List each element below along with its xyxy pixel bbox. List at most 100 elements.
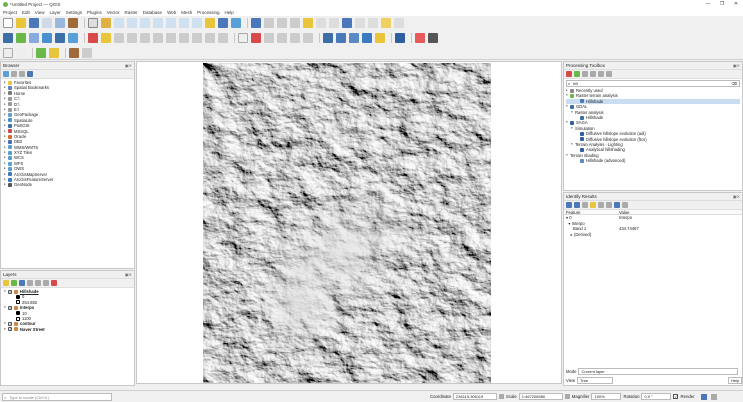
- results-icon[interactable]: [590, 71, 596, 77]
- measure-line-icon[interactable]: [3, 47, 13, 58]
- annotation-icon[interactable]: [381, 18, 391, 28]
- plugin-tool-icon[interactable]: [69, 47, 79, 58]
- menu-settings[interactable]: Settings: [66, 10, 82, 15]
- processing-search-input[interactable]: ⌕ hill ⌫: [566, 80, 740, 87]
- label-rotate-icon[interactable]: [290, 33, 300, 43]
- copy-features-icon[interactable]: [179, 33, 189, 43]
- rotation-field[interactable]: 0.0 °: [641, 393, 672, 400]
- redo-icon[interactable]: [218, 33, 228, 43]
- georeferencer-icon[interactable]: [36, 47, 46, 58]
- filter-icon[interactable]: [11, 71, 17, 77]
- style-icon[interactable]: [3, 280, 9, 286]
- minimize-button[interactable]: —: [701, 0, 715, 8]
- label-move-icon[interactable]: [277, 33, 287, 43]
- statistics-icon[interactable]: [355, 18, 365, 28]
- layer-item[interactable]: ▾ ✓ Naver Street: [4, 327, 131, 332]
- new-bookmark-icon[interactable]: [218, 18, 228, 28]
- add-raster-layer-icon[interactable]: [29, 33, 39, 43]
- menu-project[interactable]: Project: [3, 10, 17, 15]
- identify-row[interactable]: ▸ (Derived): [564, 232, 742, 237]
- add-spatialite-icon[interactable]: [42, 33, 52, 43]
- coordinate-capture-icon[interactable]: [49, 47, 59, 58]
- advanced-digitize-icon[interactable]: [16, 47, 26, 58]
- data-source-manager-icon[interactable]: [3, 33, 13, 43]
- expand-new-icon[interactable]: [582, 202, 588, 208]
- render-checkbox[interactable]: ✓: [673, 394, 679, 399]
- edit-features-icon[interactable]: [598, 71, 604, 77]
- menu-help[interactable]: Help: [225, 10, 234, 15]
- zoom-layer-icon[interactable]: [179, 18, 189, 28]
- pan-map-icon[interactable]: [88, 18, 98, 28]
- layer-checkbox[interactable]: ✓: [8, 322, 12, 327]
- label-change-icon[interactable]: [303, 33, 313, 43]
- open-project-icon[interactable]: [16, 18, 26, 28]
- map-tips-icon[interactable]: [394, 18, 404, 28]
- menu-web[interactable]: Web: [167, 10, 176, 15]
- clear-results-icon[interactable]: [590, 202, 596, 208]
- processing-item[interactable]: Hillshade (advanced): [566, 158, 740, 163]
- deselect-icon[interactable]: [303, 18, 313, 28]
- collapse-icon[interactable]: [574, 202, 580, 208]
- save-edits-icon[interactable]: [114, 33, 124, 43]
- close-button[interactable]: ✕: [729, 0, 743, 8]
- history-icon[interactable]: [582, 71, 588, 77]
- menu-view[interactable]: View: [35, 10, 45, 15]
- visibility-icon[interactable]: [19, 280, 25, 286]
- models-icon[interactable]: [566, 71, 572, 77]
- menu-mesh[interactable]: Mesh: [181, 10, 192, 15]
- add-group-icon[interactable]: [11, 280, 17, 286]
- highlighted-icon[interactable]: [342, 18, 352, 28]
- view-select[interactable]: Tree: [577, 377, 614, 384]
- layer-checkbox[interactable]: ✓: [8, 305, 12, 310]
- layer-checkbox[interactable]: ✓: [8, 289, 12, 294]
- add-wms-icon[interactable]: [68, 33, 78, 43]
- processing-toolbox-icon[interactable]: [323, 33, 333, 43]
- style-manager-icon[interactable]: [68, 18, 78, 28]
- crs-icon[interactable]: [700, 393, 707, 400]
- refresh-icon[interactable]: [231, 18, 241, 28]
- collapse-all-icon[interactable]: [19, 71, 25, 77]
- settings-icon[interactable]: [622, 202, 628, 208]
- plugin-icon[interactable]: [428, 33, 438, 43]
- paste-features-icon[interactable]: [192, 33, 202, 43]
- map-canvas[interactable]: [136, 61, 562, 384]
- locator-input[interactable]: ⌕ Type to locate (Ctrl+K): [2, 393, 112, 401]
- bookmark-icon[interactable]: [205, 18, 215, 28]
- label-show-icon[interactable]: [264, 33, 274, 43]
- info-icon[interactable]: [27, 71, 33, 77]
- scripts-icon[interactable]: [574, 71, 580, 77]
- select-by-value-icon[interactable]: [290, 18, 300, 28]
- zoom-selection-icon[interactable]: [166, 18, 176, 28]
- menu-processing[interactable]: Processing: [197, 10, 219, 15]
- messages-icon[interactable]: [710, 393, 717, 400]
- refresh-icon[interactable]: [3, 71, 9, 77]
- zoom-in-icon[interactable]: [114, 18, 124, 28]
- identify-features-icon[interactable]: [251, 18, 261, 28]
- mode-select[interactable]: Current layer: [578, 368, 739, 375]
- delete-selected-icon[interactable]: [153, 33, 163, 43]
- collapse-all-icon[interactable]: [43, 280, 49, 286]
- lock-scale-icon[interactable]: [564, 394, 570, 399]
- select-features-icon[interactable]: [277, 18, 287, 28]
- digitize-icon[interactable]: [88, 33, 98, 43]
- select-identify-mode-icon[interactable]: [614, 202, 620, 208]
- panel-float-close-icon[interactable]: ▣✕: [125, 62, 132, 70]
- measure-icon[interactable]: [368, 18, 378, 28]
- plugin-tool-2-icon[interactable]: [82, 47, 92, 58]
- maximize-button[interactable]: ❐: [715, 0, 729, 8]
- add-postgis-icon[interactable]: [55, 33, 65, 43]
- panel-float-close-icon[interactable]: ▣✕: [733, 62, 740, 70]
- copy-feature-icon[interactable]: [598, 202, 604, 208]
- zoom-rubber-icon[interactable]: [140, 18, 150, 28]
- grass-tools-icon[interactable]: [395, 33, 405, 43]
- zoom-out-icon[interactable]: [127, 18, 137, 28]
- python-console-icon[interactable]: [362, 33, 372, 43]
- options-icon[interactable]: [606, 71, 612, 77]
- gps-icon[interactable]: [415, 33, 425, 43]
- undo-icon[interactable]: [205, 33, 215, 43]
- vertex-tool-icon[interactable]: [140, 33, 150, 43]
- label-toolbar-icon[interactable]: [238, 33, 248, 43]
- field-calculator-icon[interactable]: [329, 18, 339, 28]
- cut-features-icon[interactable]: [166, 33, 176, 43]
- save-project-icon[interactable]: [29, 18, 39, 28]
